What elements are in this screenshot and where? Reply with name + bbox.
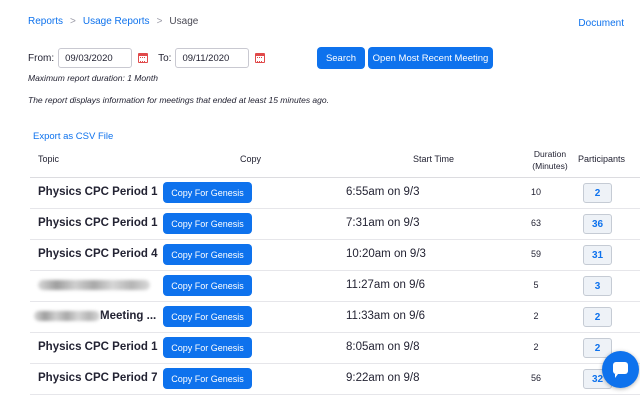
table-row: Physics CPC Period 1 Copy For Genesis 8:… bbox=[30, 333, 640, 364]
header-duration-line2: (Minutes) bbox=[532, 161, 568, 171]
row-duration: 2 bbox=[533, 311, 539, 321]
from-label: From: bbox=[28, 52, 55, 64]
header-start-time: Start Time bbox=[413, 154, 455, 164]
header-copy: Copy bbox=[240, 154, 262, 164]
copy-for-genesis-button[interactable]: Copy For Genesis bbox=[163, 368, 252, 389]
breadcrumb-separator: > bbox=[70, 16, 76, 27]
copy-for-genesis-button[interactable]: Copy For Genesis bbox=[163, 213, 252, 234]
row-topic: Physics CPC Period 7 bbox=[38, 372, 158, 384]
to-label: To: bbox=[158, 52, 172, 64]
document-link[interactable]: Document bbox=[578, 18, 624, 29]
table-row: Copy For Genesis 11:27am on 9/6 5 3 bbox=[30, 271, 640, 302]
row-topic: Physics CPC Period 1 bbox=[38, 186, 158, 198]
row-duration: 56 bbox=[530, 373, 541, 383]
row-duration: 5 bbox=[533, 280, 539, 290]
chat-bubble-icon bbox=[613, 362, 628, 378]
max-duration-note: Maximum report duration: 1 Month bbox=[28, 73, 158, 83]
participants-button[interactable]: 31 bbox=[583, 245, 612, 265]
participants-button[interactable]: 2 bbox=[583, 307, 612, 327]
copy-for-genesis-button[interactable]: Copy For Genesis bbox=[163, 306, 252, 327]
row-topic-redacted bbox=[38, 279, 150, 291]
calendar-icon[interactable] bbox=[138, 53, 149, 63]
header-duration-line1: Duration bbox=[533, 149, 567, 159]
copy-for-genesis-button[interactable]: Copy For Genesis bbox=[163, 275, 252, 296]
row-duration: 59 bbox=[530, 249, 541, 259]
table-row: Physics CPC Period 1 Copy For Genesis 6:… bbox=[30, 178, 640, 209]
row-topic: Physics CPC Period 1 bbox=[38, 217, 158, 229]
breadcrumb: Reports > Usage Reports > Usage bbox=[28, 16, 198, 27]
breadcrumb-separator: > bbox=[156, 16, 163, 27]
participants-button[interactable]: 3 bbox=[583, 276, 612, 296]
participants-button[interactable]: 36 bbox=[583, 214, 612, 234]
row-start-time: 11:27am on 9/6 bbox=[346, 279, 426, 291]
breadcrumb-current: Usage bbox=[169, 16, 199, 27]
redacted-text bbox=[38, 279, 150, 290]
copy-for-genesis-button[interactable]: Copy For Genesis bbox=[163, 182, 252, 203]
table-row: Meeting ... Copy For Genesis 11:33am on … bbox=[30, 302, 640, 333]
calendar-icon[interactable] bbox=[255, 53, 266, 63]
row-topic: Physics CPC Period 1 bbox=[38, 341, 158, 353]
row-duration: 10 bbox=[530, 187, 541, 197]
row-start-time: 10:20am on 9/3 bbox=[346, 248, 426, 260]
breadcrumb-reports[interactable]: Reports bbox=[28, 16, 63, 27]
header-topic: Topic bbox=[38, 154, 60, 164]
copy-for-genesis-button[interactable]: Copy For Genesis bbox=[163, 337, 252, 358]
redacted-text bbox=[34, 310, 100, 321]
row-start-time: 8:05am on 9/8 bbox=[346, 341, 420, 353]
copy-for-genesis-button[interactable]: Copy For Genesis bbox=[163, 244, 252, 265]
chat-widget-button[interactable] bbox=[602, 351, 639, 388]
table-row: Physics CPC Period 4 Copy For Genesis 10… bbox=[30, 240, 640, 271]
row-start-time: 11:33am on 9/6 bbox=[346, 310, 426, 322]
table-row: Physics CPC Period 1 Copy For Genesis 7:… bbox=[30, 209, 640, 240]
participants-button[interactable]: 2 bbox=[583, 183, 612, 203]
date-filters: From: To: bbox=[28, 47, 266, 69]
row-start-time: 7:31am on 9/3 bbox=[346, 217, 420, 229]
breadcrumb-usage-reports[interactable]: Usage Reports bbox=[83, 16, 150, 27]
header-duration: Duration (Minutes) bbox=[528, 148, 572, 172]
table-row: Physics CPC Period 7 Copy For Genesis 9:… bbox=[30, 364, 640, 395]
open-recent-meeting-button[interactable]: Open Most Recent Meeting bbox=[368, 47, 493, 69]
row-start-time: 9:22am on 9/8 bbox=[346, 372, 420, 384]
report-info-note: The report displays information for meet… bbox=[28, 95, 329, 105]
header-participants: Participants bbox=[578, 154, 626, 164]
row-duration: 63 bbox=[530, 218, 541, 228]
row-start-time: 6:55am on 9/3 bbox=[346, 186, 420, 198]
export-csv-link[interactable]: Export as CSV File bbox=[33, 131, 113, 142]
row-topic: Meeting ... bbox=[100, 310, 157, 322]
row-topic-redacted: Meeting ... bbox=[34, 310, 156, 322]
from-date-input[interactable] bbox=[58, 48, 133, 68]
row-duration: 2 bbox=[533, 342, 539, 352]
search-button[interactable]: Search bbox=[317, 47, 365, 69]
to-date-input[interactable] bbox=[175, 48, 250, 68]
row-topic: Physics CPC Period 4 bbox=[38, 248, 158, 260]
